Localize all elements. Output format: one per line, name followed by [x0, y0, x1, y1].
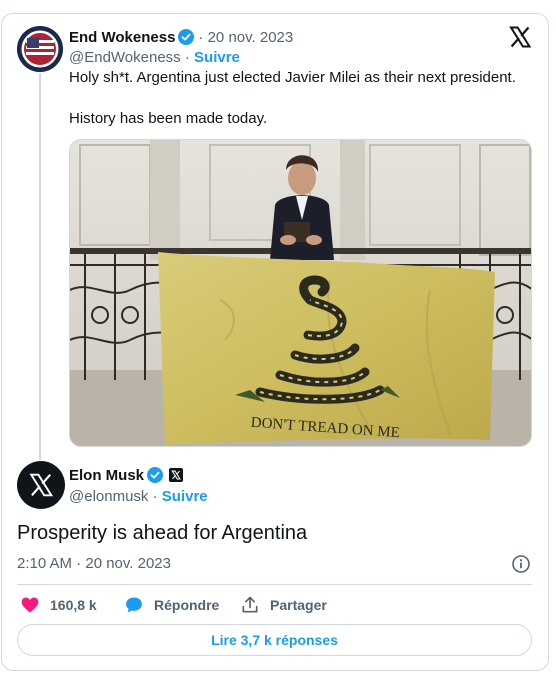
reply-handle[interactable]: @elonmusk: [69, 488, 148, 505]
reply-bubble-icon: [126, 597, 142, 613]
x-logo-icon[interactable]: [508, 25, 532, 49]
x-affiliation-badge-icon: [169, 468, 184, 482]
share-button[interactable]: Partager: [240, 594, 327, 616]
tweet-text-line2: History has been made today.: [69, 110, 268, 127]
tweet-photo[interactable]: DON'T TREAD ON ME: [69, 139, 532, 447]
tweet-text-line1: Holy sh*t. Argentina just elected Javier…: [69, 69, 516, 86]
reply-author-row: Elon Musk: [69, 465, 184, 485]
verified-badge-icon: [147, 467, 164, 483]
tweet-author-row: End Wokeness · 20 nov. 2023: [69, 27, 293, 47]
elon-musk-avatar[interactable]: [17, 461, 65, 509]
reply-text: Prosperity is ahead for Argentina: [17, 522, 308, 544]
verified-badge-icon: [178, 29, 195, 45]
follow-button[interactable]: Suivre: [194, 49, 240, 66]
reply-handle-row: @elonmusk · Suivre: [69, 488, 208, 505]
like-count: 160,8 k: [50, 597, 97, 613]
reply-timestamp[interactable]: 2:10 AM · 20 nov. 2023: [17, 555, 171, 572]
reply-author-name[interactable]: Elon Musk: [69, 467, 144, 484]
tweet-date-text: 20 nov. 2023: [207, 28, 294, 46]
share-label: Partager: [270, 597, 327, 613]
thread-connector-line: [39, 73, 41, 460]
read-replies-button[interactable]: Lire 3,7 k réponses: [17, 624, 532, 656]
share-icon: [242, 596, 258, 613]
follow-button[interactable]: Suivre: [162, 488, 208, 505]
tweet-author-name[interactable]: End Wokeness: [69, 29, 175, 46]
tweet-handle-row: @EndWokeness · Suivre: [69, 49, 240, 66]
divider: [17, 584, 532, 585]
end-wokeness-avatar[interactable]: [17, 26, 63, 72]
heart-icon: [21, 597, 39, 613]
reply-label: Répondre: [154, 597, 220, 613]
reply-button[interactable]: Répondre: [124, 594, 219, 616]
tweet-date[interactable]: · 20 nov. 2023: [198, 29, 293, 46]
like-button[interactable]: 160,8 k: [20, 594, 97, 616]
info-icon[interactable]: [511, 554, 531, 574]
read-replies-label: Lire 3,7 k réponses: [211, 632, 338, 648]
tweet-handle[interactable]: @EndWokeness: [69, 49, 181, 66]
